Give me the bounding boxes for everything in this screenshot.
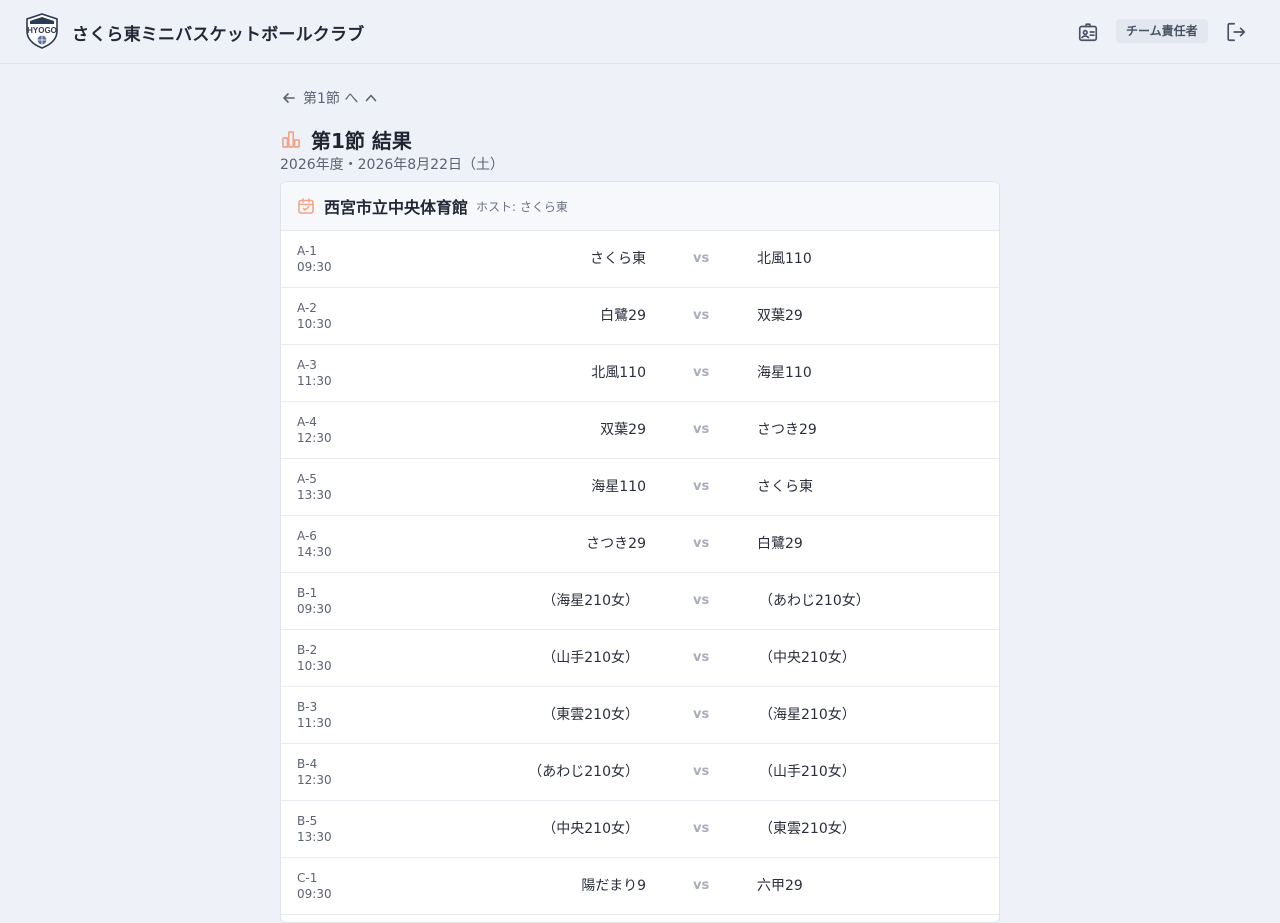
logo-text: HYOGO xyxy=(27,26,57,35)
venue-host: ホスト: さくら東 xyxy=(476,199,568,214)
app-title: さくら東ミニバスケットボールクラブ xyxy=(72,25,365,45)
vs-label: vs xyxy=(693,821,710,836)
match-id: A-5 xyxy=(297,472,317,486)
arrow-left-icon xyxy=(283,93,295,103)
vs-label: vs xyxy=(693,764,710,779)
home-team: 海星110 xyxy=(591,479,646,495)
away-team: 海星110 xyxy=(757,365,812,381)
match-id: C-1 xyxy=(297,871,318,885)
match-row[interactable]: A-6 14:30 さつき29 vs 白鷺29 xyxy=(281,516,999,573)
match-id: B-1 xyxy=(297,586,318,600)
vs-label: vs xyxy=(693,479,710,494)
match-row[interactable]: B-2 10:30 （山手210女） vs （中央210女） xyxy=(281,630,999,687)
chevron-up-icon xyxy=(366,94,377,102)
venue-name: 西宮市立中央体育館 xyxy=(324,198,469,217)
vs-label: vs xyxy=(693,536,710,551)
match-id: A-1 xyxy=(297,244,317,258)
app-header: HYOGO さくら東ミニバスケットボールクラブ チーム責任者 xyxy=(0,0,1280,64)
match-time: 09:30 xyxy=(297,602,332,616)
match-id: A-2 xyxy=(297,301,317,315)
match-time: 10:30 xyxy=(297,659,332,673)
away-team: 六甲29 xyxy=(757,878,803,894)
venue-card: 西宮市立中央体育館 ホスト: さくら東 A-1 09:30 さくら東 vs 北風110 A… xyxy=(280,181,1000,923)
away-team: （東雲210女） xyxy=(759,821,856,837)
logout-icon[interactable] xyxy=(1225,21,1247,43)
match-id: A-3 xyxy=(297,358,317,372)
match-row[interactable]: B-5 13:30 （中央210女） vs （東雲210女） xyxy=(281,801,999,858)
match-row[interactable]: A-3 11:30 北風110 vs 海星110 xyxy=(281,345,999,402)
match-id: B-5 xyxy=(297,814,318,828)
away-team: （中央210女） xyxy=(759,650,856,666)
match-time: 10:30 xyxy=(297,317,332,331)
home-team: さつき29 xyxy=(586,536,646,552)
away-team: （海星210女） xyxy=(759,707,856,723)
match-time: 12:30 xyxy=(297,431,332,445)
calendar-icon xyxy=(298,198,314,214)
match-row[interactable]: B-3 11:30 （東雲210女） vs （海星210女） xyxy=(281,687,999,744)
match-time: 11:30 xyxy=(297,374,332,388)
page-title: 第1節 結果 xyxy=(311,128,412,153)
away-team: さくら東 xyxy=(757,479,813,495)
home-team: 双葉29 xyxy=(600,422,646,438)
match-time: 13:30 xyxy=(297,488,332,502)
match-time: 13:30 xyxy=(297,830,332,844)
match-time: 14:30 xyxy=(297,545,332,559)
home-team: さくら東 xyxy=(590,251,646,267)
home-team: 陽だまり9 xyxy=(581,878,646,894)
home-team: 北風110 xyxy=(591,365,646,381)
match-row[interactable]: B-1 09:30 （海星210女） vs （あわじ210女） xyxy=(281,573,999,630)
match-time: 09:30 xyxy=(297,260,332,274)
back-link-label: 第1節 へ xyxy=(303,91,359,107)
page-subtitle: 2026年度・2026年8月22日（土） xyxy=(280,157,504,173)
home-team: （中央210女） xyxy=(542,821,639,837)
away-team: 北風110 xyxy=(757,251,812,267)
vs-label: vs xyxy=(693,593,710,608)
match-row[interactable]: A-4 12:30 双葉29 vs さつき29 xyxy=(281,402,999,459)
vs-label: vs xyxy=(693,650,710,665)
home-team: （山手210女） xyxy=(542,650,639,666)
home-team: 白鷺29 xyxy=(600,308,646,324)
venue-header: 西宮市立中央体育館 ホスト: さくら東 xyxy=(281,182,999,231)
hyogo-emblem-icon: HYOGO xyxy=(26,13,58,49)
match-row[interactable]: A-2 10:30 白鷺29 vs 双葉29 xyxy=(281,288,999,345)
bar-chart-icon xyxy=(282,131,300,148)
away-team: 白鷺29 xyxy=(757,536,803,552)
back-link[interactable]: 第1節 へ xyxy=(281,88,378,108)
match-list: A-1 09:30 さくら東 vs 北風110 A-2 10:30 白鷺29 vs 双葉29 A-3… xyxy=(281,231,999,915)
match-id: B-4 xyxy=(297,757,318,771)
away-team: （あわじ210女） xyxy=(759,593,870,609)
home-team: （あわじ210女） xyxy=(528,764,639,780)
match-row[interactable]: C-1 09:30 陽だまり9 vs 六甲29 xyxy=(281,858,999,915)
vs-label: vs xyxy=(693,878,710,893)
match-time: 11:30 xyxy=(297,716,332,730)
page-title-row: 第1節 結果 xyxy=(281,126,412,153)
role-badge: チーム責任者 xyxy=(1116,19,1208,43)
match-row[interactable]: A-5 13:30 海星110 vs さくら東 xyxy=(281,459,999,516)
vs-label: vs xyxy=(693,251,710,266)
match-id: A-4 xyxy=(297,415,317,429)
vs-label: vs xyxy=(693,422,710,437)
home-team: （海星210女） xyxy=(542,593,639,609)
match-id: B-2 xyxy=(297,643,318,657)
home-team: （東雲210女） xyxy=(542,707,639,723)
match-row[interactable]: B-4 12:30 （あわじ210女） vs （山手210女） xyxy=(281,744,999,801)
match-id: A-6 xyxy=(297,529,317,543)
away-team: （山手210女） xyxy=(759,764,856,780)
vs-label: vs xyxy=(693,707,710,722)
vs-label: vs xyxy=(693,365,710,380)
away-team: 双葉29 xyxy=(757,308,803,324)
vs-label: vs xyxy=(693,308,710,323)
match-id: B-3 xyxy=(297,700,318,714)
away-team: さつき29 xyxy=(757,422,817,438)
id-card-icon[interactable] xyxy=(1077,21,1099,43)
match-time: 12:30 xyxy=(297,773,332,787)
match-row[interactable]: A-1 09:30 さくら東 vs 北風110 xyxy=(281,231,999,288)
